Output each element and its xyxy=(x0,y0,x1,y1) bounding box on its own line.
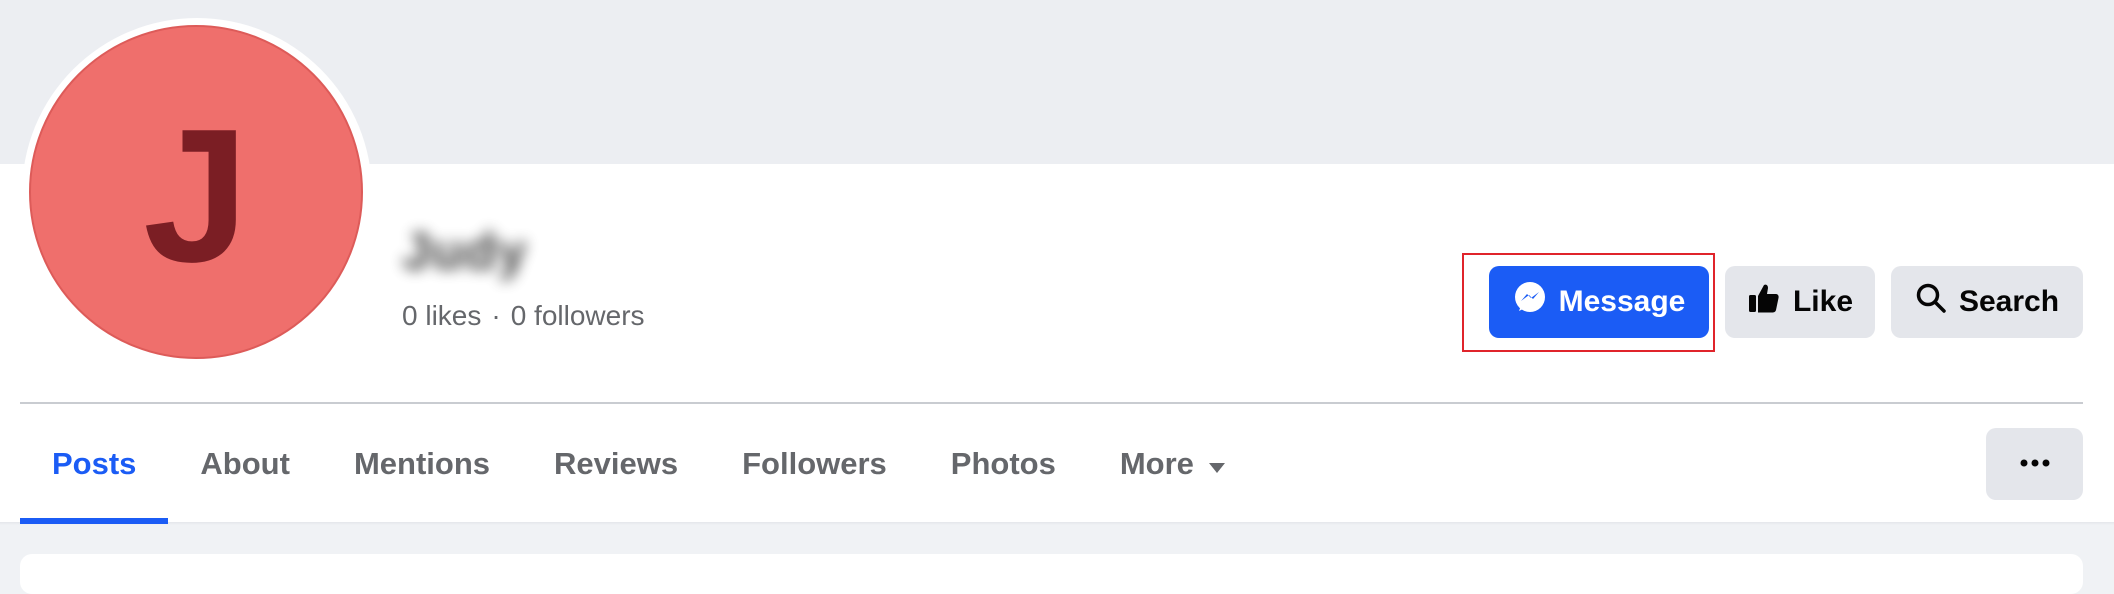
page-title[interactable]: Judy xyxy=(402,222,527,282)
page-stats: 0 likes · 0 followers xyxy=(402,300,645,332)
likes-count[interactable]: 0 likes xyxy=(402,300,481,332)
like-button[interactable]: Like xyxy=(1725,266,1875,338)
tab-posts[interactable]: Posts xyxy=(20,404,169,524)
more-options-button[interactable] xyxy=(1986,428,2083,500)
tab-label: Photos xyxy=(950,446,1056,481)
tab-followers[interactable]: Followers xyxy=(710,404,919,524)
tab-label: Reviews xyxy=(554,446,679,481)
stats-separator: · xyxy=(491,300,501,331)
search-icon xyxy=(1915,282,1947,322)
profile-tabs: Posts About Mentions Reviews Followers P… xyxy=(20,404,1258,524)
tab-label: Mentions xyxy=(353,446,491,481)
avatar-letter: J xyxy=(143,90,249,302)
caret-down-icon xyxy=(1208,446,1226,482)
tab-mentions[interactable]: Mentions xyxy=(322,404,522,524)
search-label: Search xyxy=(1958,285,2060,318)
avatar[interactable]: J xyxy=(29,25,363,359)
message-button[interactable]: Message xyxy=(1489,266,1709,338)
messenger-icon xyxy=(1513,281,1547,323)
search-button[interactable]: Search xyxy=(1891,266,2083,338)
content-card xyxy=(20,554,2083,594)
tab-label: Posts xyxy=(52,446,137,481)
thumbs-up-icon xyxy=(1747,281,1781,323)
tab-label: About xyxy=(200,446,290,481)
like-label: Like xyxy=(1792,285,1854,318)
tab-reviews[interactable]: Reviews xyxy=(522,404,710,524)
tab-more[interactable]: More xyxy=(1088,404,1258,524)
followers-count[interactable]: 0 followers xyxy=(511,300,645,332)
ellipsis-icon xyxy=(2020,455,2050,473)
tab-label: Followers xyxy=(742,446,887,481)
tab-photos[interactable]: Photos xyxy=(919,404,1088,524)
tab-about[interactable]: About xyxy=(168,404,322,524)
message-label: Message xyxy=(1558,285,1686,318)
tab-label: More xyxy=(1119,446,1194,481)
